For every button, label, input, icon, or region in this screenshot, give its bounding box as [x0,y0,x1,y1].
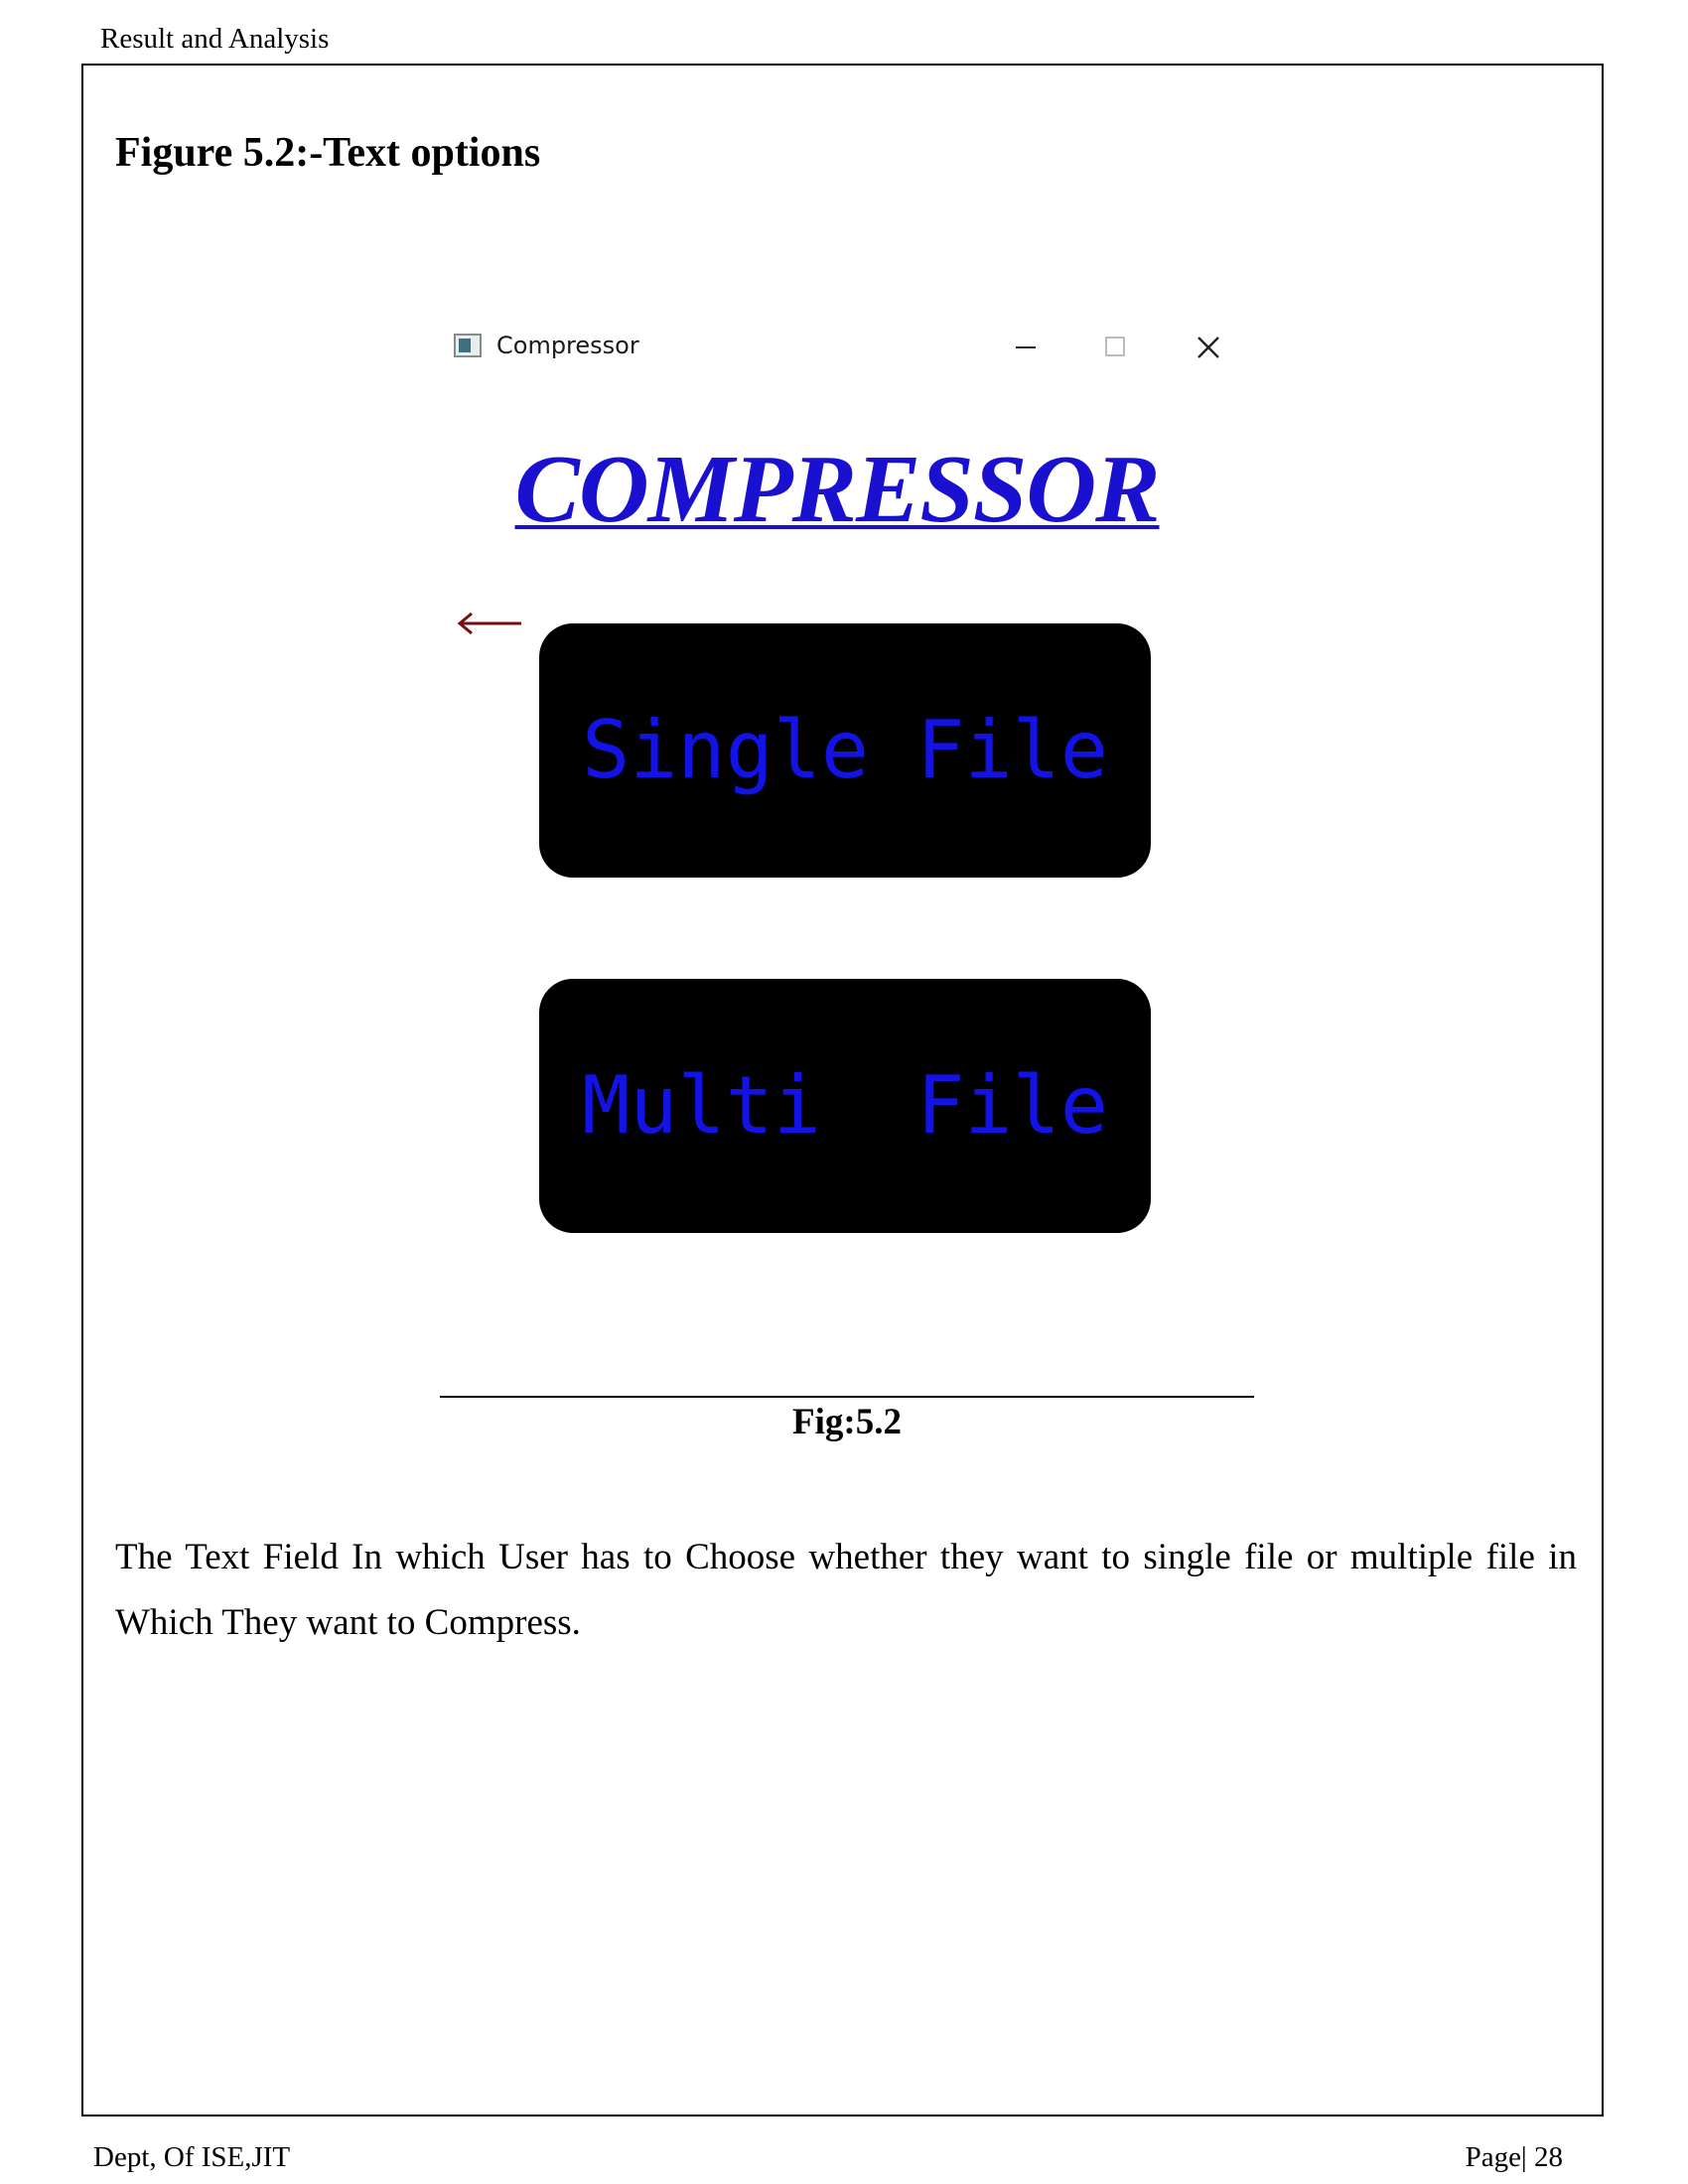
window-titlebar[interactable]: Compressor [440,316,1234,379]
body-paragraph: The Text Field In which User has to Choo… [115,1537,1577,1643]
app-heading: COMPRESSOR [514,436,1160,543]
running-header: Result and Analysis [100,23,330,55]
close-icon [1197,337,1219,358]
compressor-app-window: Compressor COMPRESSOR Single File Multi … [440,316,1234,1348]
minimize-icon [1016,346,1036,348]
single-file-button[interactable]: Single File [539,623,1151,878]
maximize-button[interactable] [1087,326,1143,369]
window-title: Compressor [496,332,639,359]
footer-department: Dept, Of ISE,JIT [93,2141,291,2173]
close-button[interactable] [1181,326,1236,369]
multi-file-button[interactable]: Multi File [539,979,1151,1233]
figure-caption: Fig:5.2 [792,1402,902,1442]
figure-heading: Figure 5.2:-Text options [115,130,541,176]
maximize-icon [1105,337,1125,356]
back-button[interactable] [450,594,529,653]
footer-page-number: Page| 28 [1465,2141,1563,2173]
caption-divider [440,1396,1254,1398]
back-arrow-icon [457,612,521,635]
minimize-button[interactable] [996,326,1052,369]
window-app-icon [454,334,482,357]
